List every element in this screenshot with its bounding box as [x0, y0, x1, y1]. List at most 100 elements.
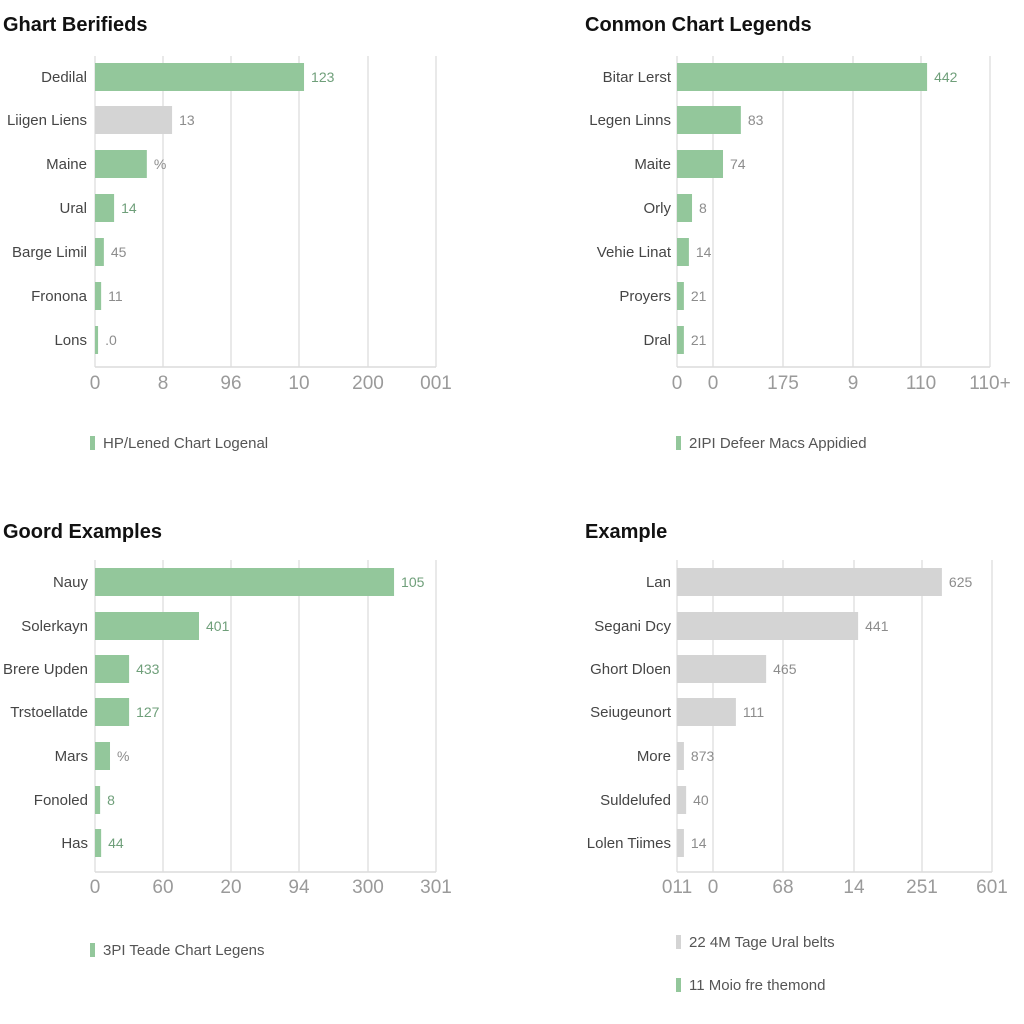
x-tick-label: 0: [708, 373, 719, 394]
category-label: Bitar Lerst: [603, 69, 672, 86]
category-label: Ural: [59, 200, 87, 217]
legend-item: HP/Lened Chart Logenal: [90, 435, 268, 452]
category-label: Has: [61, 835, 88, 852]
category-label: Barge Limil: [12, 244, 87, 261]
legend-item: 22 4M Tage Ural belts: [676, 934, 835, 951]
x-tick-label: 300: [352, 877, 384, 898]
chart-title: Example: [585, 521, 667, 543]
x-tick-label: 0: [90, 373, 101, 394]
chart-title: Goord Examples: [3, 521, 162, 543]
category-label: Dedilal: [41, 69, 87, 86]
chart-title: Conmon Chart Legends: [585, 14, 812, 36]
category-label: Vehie Linat: [597, 244, 672, 261]
data-label: 45: [111, 244, 127, 260]
bar: [95, 106, 173, 134]
category-label: Brere Upden: [3, 661, 88, 678]
x-tick-label: 0: [708, 877, 719, 898]
data-label: 44: [108, 835, 124, 851]
data-label: 111: [743, 704, 764, 720]
data-label: 442: [934, 69, 958, 85]
bar: [95, 568, 395, 596]
data-label: %: [117, 748, 129, 764]
legend-item: 2IPI Defeer Macs Appidied: [676, 435, 867, 452]
legend-item: 3PI Teade Chart Legens: [90, 942, 265, 959]
legend-label: 11 Moio fre themond: [689, 977, 825, 994]
category-label: Maite: [634, 156, 671, 173]
data-label: 21: [691, 332, 707, 348]
x-tick-label: 110+: [969, 373, 1010, 394]
legend-label: HP/Lened Chart Logenal: [103, 435, 268, 452]
category-label: Seiugeunort: [590, 704, 672, 721]
chart-panel-1: Ghart Berifieds 0 8 96 10 200 001 Dedilal 123 Lii…: [3, 14, 452, 452]
data-label: 14: [121, 200, 137, 216]
bar: [95, 655, 130, 683]
data-label: 21: [691, 288, 707, 304]
legend-swatch: [676, 436, 681, 450]
legend-swatch: [676, 935, 681, 949]
x-tick-label: 011: [662, 877, 692, 898]
data-label: 74: [730, 156, 746, 172]
legend-swatch: [90, 436, 95, 450]
category-label: Trstoellatde: [10, 704, 88, 721]
x-tick-label: 14: [843, 877, 865, 898]
legend-label: 22 4M Tage Ural belts: [689, 934, 835, 951]
legend-swatch: [676, 978, 681, 992]
data-label: 105: [401, 574, 425, 590]
x-tick-label: 96: [220, 373, 241, 394]
category-label: More: [637, 748, 671, 765]
data-label: %: [154, 156, 166, 172]
category-label: Ghort Dloen: [590, 661, 671, 678]
bar: [95, 698, 130, 726]
data-label: 14: [691, 835, 707, 851]
x-tick-label: 94: [288, 877, 310, 898]
chart-panel-2: Conmon Chart Legends 0 0 175 9 110 110+ Bitar L…: [585, 14, 1011, 452]
bar: [95, 282, 102, 310]
data-label: 625: [949, 574, 973, 590]
bar: [677, 326, 684, 354]
data-label: 465: [773, 661, 797, 677]
bar: [95, 63, 305, 91]
bar: [95, 786, 101, 814]
data-label: 433: [136, 661, 160, 677]
category-label: Lolen Tiimes: [587, 835, 671, 852]
x-tick-label: 110: [906, 373, 936, 394]
data-label: 13: [179, 112, 195, 128]
x-tick-label: 175: [767, 373, 799, 394]
category-label: Lan: [646, 574, 671, 591]
bar: [677, 63, 928, 91]
data-label: 127: [136, 704, 160, 720]
bar: [95, 829, 102, 857]
legend-item: 11 Moio fre themond: [676, 977, 825, 994]
data-label: 873: [691, 748, 715, 764]
x-tick-label: 200: [352, 373, 384, 394]
bar: [677, 238, 689, 266]
data-label: 83: [748, 112, 764, 128]
category-label: Fronona: [31, 288, 88, 305]
bar: [95, 194, 115, 222]
bar: [677, 829, 684, 857]
category-label: Maine: [46, 156, 87, 173]
category-label: Orly: [644, 200, 672, 217]
category-label: Suldelufed: [600, 792, 671, 809]
bar: [95, 150, 147, 178]
legend-swatch: [90, 943, 95, 957]
legend-label: 3PI Teade Chart Legens: [103, 942, 265, 959]
category-label: Segani Dcy: [594, 618, 671, 635]
bar: [95, 612, 200, 640]
bar: [677, 698, 736, 726]
data-label: 40: [693, 792, 709, 808]
x-tick-label: 10: [288, 373, 309, 394]
category-label: Fonoled: [34, 792, 88, 809]
bar: [677, 282, 684, 310]
bar: [677, 655, 767, 683]
category-label: Nauy: [53, 574, 89, 591]
bar: [95, 238, 104, 266]
category-label: Proyers: [619, 288, 671, 305]
category-label: Legen Linns: [589, 112, 671, 129]
data-label: 8: [107, 792, 115, 808]
category-label: Solerkayn: [21, 618, 88, 635]
category-label: Liigen Liens: [7, 112, 87, 129]
bar: [677, 568, 942, 596]
legend-label: 2IPI Defeer Macs Appidied: [689, 435, 867, 452]
bar: [677, 612, 859, 640]
